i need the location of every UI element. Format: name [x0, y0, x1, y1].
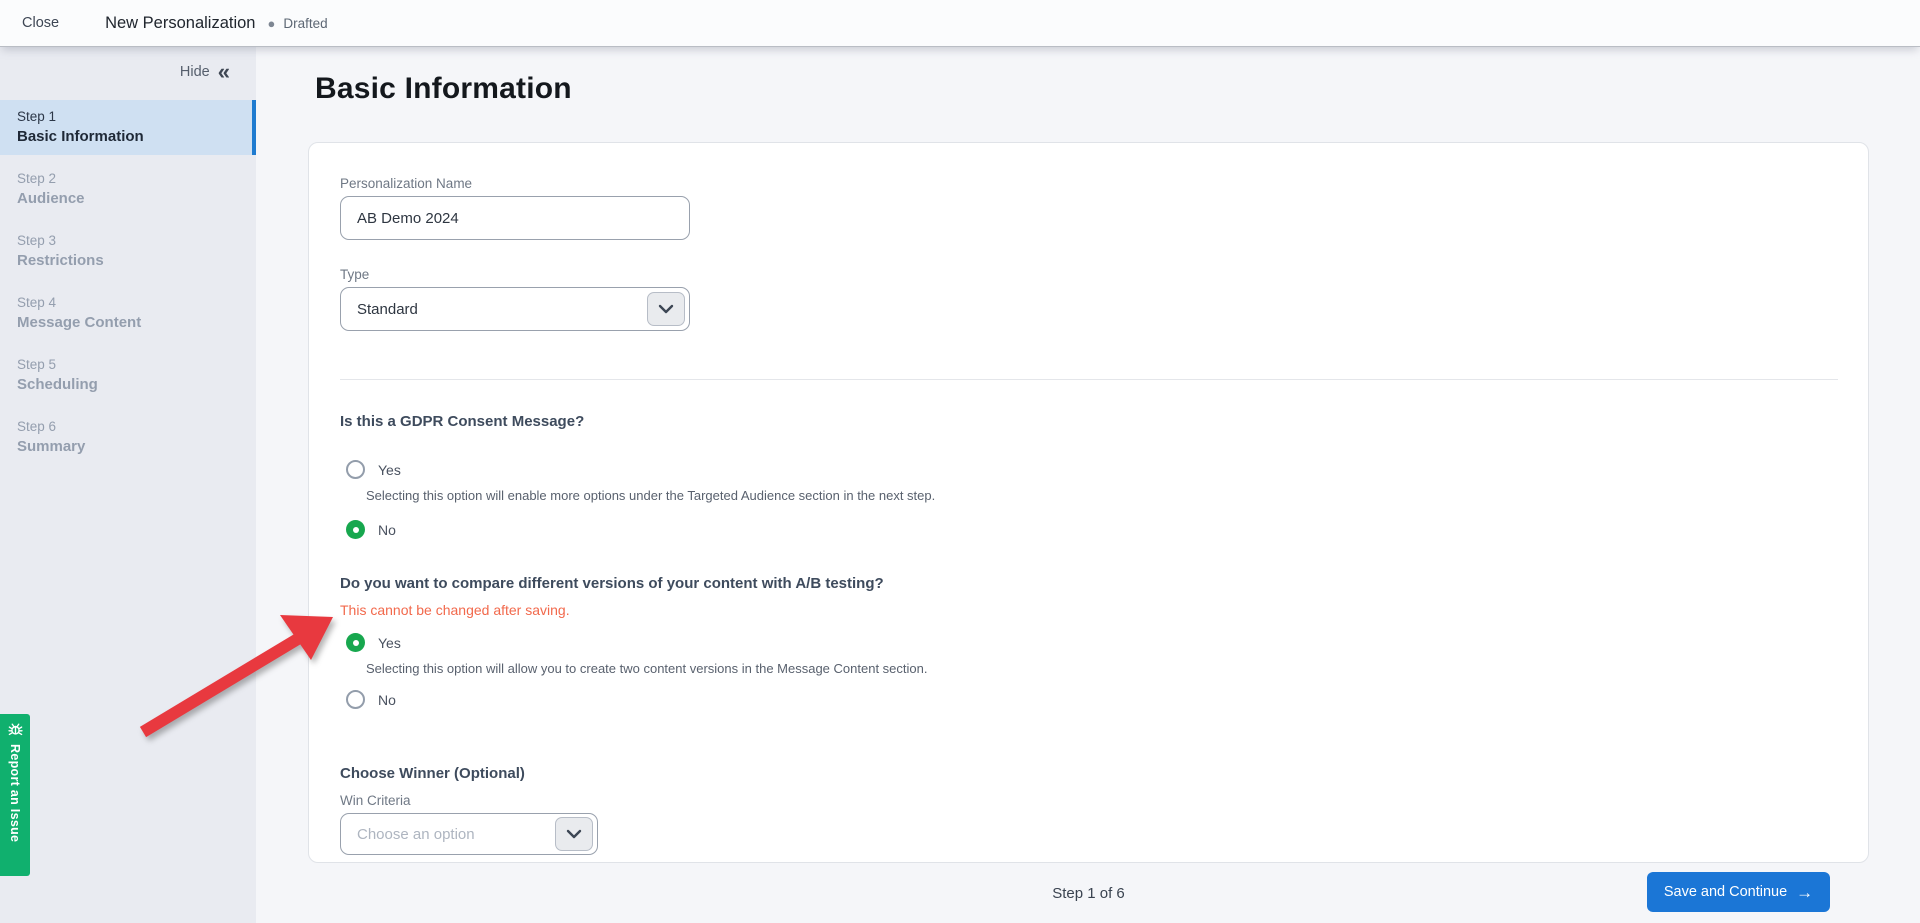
status-dot-icon: ● [268, 17, 276, 30]
radio-unselected-icon[interactable] [346, 690, 365, 709]
gdpr-question: Is this a GDPR Consent Message? [340, 413, 1838, 430]
report-tab-label: Report an Issue [8, 744, 22, 842]
hide-label: Hide [180, 64, 210, 80]
top-bar: Close New Personalization ● Drafted [0, 0, 1920, 46]
ab-yes-label: Yes [378, 635, 401, 651]
status-badge: Drafted [283, 16, 327, 31]
type-label: Type [340, 267, 1838, 282]
gdpr-no-option[interactable]: No [340, 520, 1838, 539]
ab-no-option[interactable]: No [340, 690, 1838, 709]
step-label: Basic Information [17, 128, 234, 145]
type-select[interactable]: Standard [340, 287, 690, 331]
save-button-label: Save and Continue [1664, 884, 1787, 900]
ab-yes-helper: Selecting this option will allow you to … [366, 661, 1838, 676]
steps-list: Step 1 Basic Information Step 2 Audience… [0, 100, 256, 465]
radio-unselected-icon[interactable] [346, 460, 365, 479]
type-select-value: Standard [357, 301, 418, 318]
ab-warning-text: This cannot be changed after saving. [340, 602, 1838, 618]
bug-icon [7, 721, 24, 738]
sidebar-item-summary[interactable]: Step 6 Summary [0, 410, 256, 465]
double-chevron-left-icon: « [218, 66, 230, 78]
document-title-group: New Personalization ● Drafted [105, 14, 328, 33]
sidebar-item-restrictions[interactable]: Step 3 Restrictions [0, 224, 256, 279]
chevron-down-icon[interactable] [647, 292, 685, 326]
radio-selected-icon[interactable] [346, 633, 365, 652]
ab-yes-option[interactable]: Yes [340, 633, 1838, 652]
page-title: Basic Information [315, 72, 1920, 106]
win-criteria-placeholder: Choose an option [357, 826, 475, 843]
section-divider [340, 379, 1838, 380]
win-criteria-select[interactable]: Choose an option [340, 813, 598, 855]
personalization-name-label: Personalization Name [340, 176, 1838, 191]
sidebar-item-audience[interactable]: Step 2 Audience [0, 162, 256, 217]
step-label: Summary [17, 438, 238, 455]
step-number: Step 3 [17, 233, 238, 248]
sidebar-item-message-content[interactable]: Step 4 Message Content [0, 286, 256, 341]
radio-selected-icon[interactable] [346, 520, 365, 539]
sidebar-item-scheduling[interactable]: Step 5 Scheduling [0, 348, 256, 403]
step-label: Message Content [17, 314, 238, 331]
step-number: Step 4 [17, 295, 238, 310]
chevron-down-icon[interactable] [555, 817, 593, 851]
document-title: New Personalization [105, 14, 255, 33]
gdpr-no-label: No [378, 522, 396, 538]
choose-winner-heading: Choose Winner (Optional) [340, 765, 1838, 782]
personalization-name-input[interactable] [340, 196, 690, 240]
step-label: Audience [17, 190, 238, 207]
step-number: Step 2 [17, 171, 238, 186]
hide-sidebar-button[interactable]: Hide « [0, 47, 256, 94]
gdpr-yes-helper: Selecting this option will enable more o… [366, 488, 1838, 503]
step-number: Step 5 [17, 357, 238, 372]
save-and-continue-button[interactable]: Save and Continue → [1647, 872, 1830, 912]
report-an-issue-tab[interactable]: Report an Issue [0, 714, 30, 876]
win-criteria-label: Win Criteria [340, 793, 1838, 808]
step-label: Scheduling [17, 376, 238, 393]
step-number: Step 6 [17, 419, 238, 434]
main-content: Basic Information Personalization Name T… [256, 47, 1920, 923]
sidebar-item-basic-information[interactable]: Step 1 Basic Information [0, 100, 256, 155]
ab-testing-question: Do you want to compare different version… [340, 575, 1838, 592]
ab-no-label: No [378, 692, 396, 708]
step-number: Step 1 [17, 109, 234, 124]
basic-information-card: Personalization Name Type Standard Is th… [308, 142, 1869, 863]
step-label: Restrictions [17, 252, 238, 269]
arrow-right-icon: → [1796, 884, 1813, 901]
wizard-footer: Step 1 of 6 Save and Continue → [308, 863, 1869, 923]
gdpr-yes-option[interactable]: Yes [340, 460, 1838, 479]
step-progress: Step 1 of 6 [1052, 885, 1125, 902]
gdpr-yes-label: Yes [378, 462, 401, 478]
close-button[interactable]: Close [22, 15, 59, 31]
steps-sidebar: Hide « Step 1 Basic Information Step 2 A… [0, 47, 256, 923]
